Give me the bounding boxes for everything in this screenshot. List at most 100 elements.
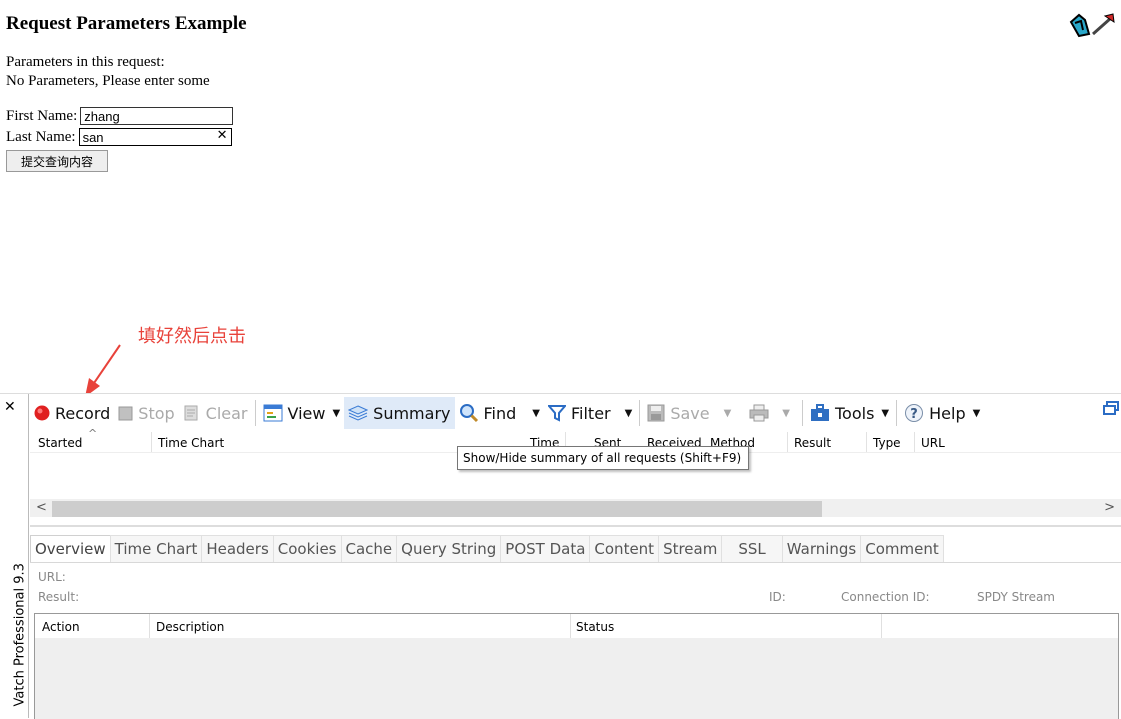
tab-query-string[interactable]: Query String [396,535,502,562]
stop-label: Stop [138,403,175,423]
page-title: Request Parameters Example [6,13,247,34]
svg-text:?: ? [910,407,918,422]
chevron-down-icon: ▼ [782,407,790,419]
filter-label: Filter [570,403,611,423]
column-divider [149,614,150,638]
first-name-label: First Name: [6,107,78,124]
record-button[interactable]: Record [30,397,114,429]
annotation-text: 填好然后点击 [138,326,246,347]
scrollbar-thumb[interactable] [52,501,822,517]
tab-headers[interactable]: Headers [201,535,274,562]
column-divider [914,432,915,452]
url-label: URL: [38,570,66,584]
col-type[interactable]: Type [873,436,901,450]
clear-button[interactable]: Clear [179,397,252,429]
tools-label: Tools [835,403,875,423]
column-divider [881,614,882,638]
column-divider [787,432,788,452]
restore-window-icon[interactable] [1103,400,1119,419]
toolbar-divider [802,400,803,426]
spdy-stream-label: SPDY Stream [977,590,1055,604]
find-label: Find [483,403,517,423]
col-description[interactable]: Description [156,620,224,634]
col-url[interactable]: URL [921,436,945,450]
submit-button[interactable]: 提交查询内容 [6,150,108,172]
column-divider [151,432,152,452]
tab-cache[interactable]: Cache [340,535,398,562]
action-table-header: Action Description Status [35,614,1118,638]
clear-icon [183,404,201,422]
clear-label: Clear [205,403,248,423]
tools-button[interactable]: Tools ▼ [806,397,893,429]
toolbar-divider [896,400,898,426]
col-started[interactable]: Started [38,436,82,450]
summary-button[interactable]: Summary [344,397,455,429]
scroll-left-icon[interactable]: < [36,500,47,515]
filter-button[interactable]: Filter ▼ [544,397,636,429]
chevron-down-icon: ▼ [532,407,540,419]
tab-content[interactable]: Content [589,535,660,562]
inspector-tabs: Overview Time Chart Headers Cookies Cach… [30,535,1121,563]
side-title: Vatch Professional 9.3 [12,563,28,707]
scroll-right-icon[interactable]: > [1104,500,1115,515]
stop-icon [118,406,133,421]
filter-icon [547,404,566,422]
save-icon [647,404,665,422]
tab-overview[interactable]: Overview [30,535,111,562]
col-result[interactable]: Result [794,436,831,450]
close-icon[interactable]: ✕ [4,399,16,415]
toolbox-icon [810,404,830,422]
col-time-chart[interactable]: Time Chart [158,436,224,450]
find-button[interactable]: Find ▼ [455,397,544,429]
app-logo-icon [1067,12,1117,45]
save-button[interactable]: Save ▼ [643,397,735,429]
toolbar-divider [639,400,641,426]
view-button[interactable]: View ▼ [259,397,345,429]
id-label: ID: [769,590,786,604]
chevron-down-icon: ▼ [624,407,633,419]
chevron-down-icon: ▼ [972,407,981,419]
tab-ssl[interactable]: SSL [721,535,783,562]
first-name-row: First Name: [6,107,234,125]
stop-button[interactable]: Stop [114,397,178,429]
column-divider [570,614,571,638]
search-icon [459,403,479,423]
save-label: Save [670,403,710,423]
toolbar: Record Stop Clear View ▼ Summary Find ▼ … [30,396,1121,430]
sort-up-icon: ^ [88,427,98,440]
record-icon [34,405,50,421]
printer-icon [749,404,769,422]
last-name-label: Last Name: [6,128,76,145]
view-label: View [287,403,326,423]
last-name-input[interactable] [78,128,232,146]
first-name-input[interactable] [80,107,234,125]
help-button[interactable]: ? Help ▼ [900,397,984,429]
horizontal-scrollbar[interactable]: < > [30,499,1121,517]
help-label: Help [929,403,966,423]
tab-warnings[interactable]: Warnings [781,535,862,562]
record-label: Record [55,403,111,423]
chevron-down-icon: ▼ [881,407,890,419]
fiddler-panel: ✕ Vatch Professional 9.3 Record Stop Cle… [0,393,1121,719]
print-button[interactable]: ▼ [745,397,794,429]
view-icon [263,404,283,422]
action-table: Action Description Status [34,613,1119,719]
chevron-down-icon: ▼ [332,407,341,419]
connection-id-label: Connection ID: [841,590,930,604]
tab-post-data[interactable]: POST Data [500,535,591,562]
col-action[interactable]: Action [42,620,80,634]
summary-tooltip: Show/Hide summary of all requests (Shift… [457,446,749,470]
tab-comment[interactable]: Comment [860,535,944,562]
col-status[interactable]: Status [576,620,614,634]
result-label: Result: [38,590,80,604]
clear-input-icon[interactable]: ✕ [217,128,228,143]
tab-cookies[interactable]: Cookies [272,535,342,562]
layers-icon [348,404,369,422]
chevron-down-icon: ▼ [723,407,732,419]
toolbar-divider [254,400,256,426]
tab-stream[interactable]: Stream [658,535,723,562]
pane-splitter[interactable] [30,525,1121,527]
tab-time-chart[interactable]: Time Chart [109,535,203,562]
no-params-text: No Parameters, Please enter some [6,73,210,89]
column-divider [866,432,867,452]
